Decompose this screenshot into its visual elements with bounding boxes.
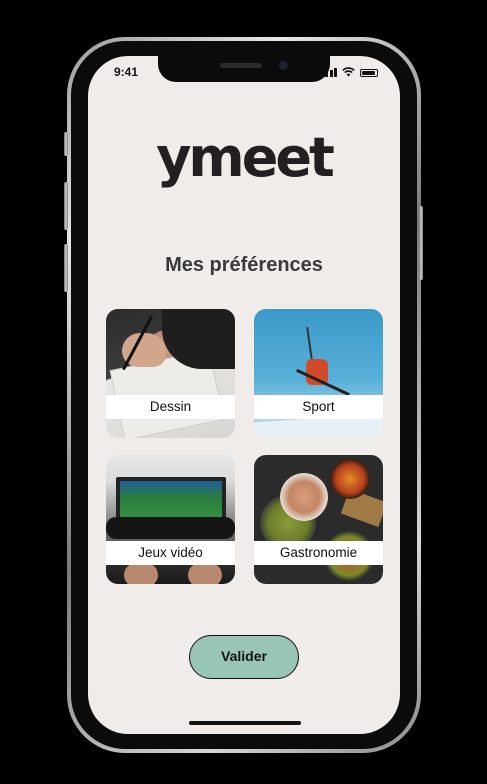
home-indicator[interactable] xyxy=(189,721,301,725)
status-time: 9:41 xyxy=(114,65,139,79)
validate-button[interactable]: Valider xyxy=(189,635,299,679)
page-title: Mes préférences xyxy=(165,254,323,276)
wifi-icon xyxy=(342,67,355,77)
status-icons xyxy=(320,67,378,77)
speaker xyxy=(220,63,262,68)
preference-card-gastronomie[interactable]: Gastronomie xyxy=(254,455,383,584)
preference-label: Dessin xyxy=(106,395,235,419)
notch xyxy=(158,56,330,82)
app-screen: 9:41 ymeet Mes préférences Dessin Sport xyxy=(88,56,400,734)
volume-up-button xyxy=(64,182,68,230)
signal-icon xyxy=(320,68,337,77)
front-camera xyxy=(279,61,288,70)
preference-label: Gastronomie xyxy=(254,541,383,565)
battery-icon xyxy=(360,69,378,77)
preference-card-dessin[interactable]: Dessin xyxy=(106,309,235,438)
power-button xyxy=(419,206,423,280)
silent-switch xyxy=(64,132,68,156)
preference-label: Jeux vidéo xyxy=(106,541,235,565)
preference-card-jeux-video[interactable]: Jeux vidéo xyxy=(106,455,235,584)
volume-down-button xyxy=(64,244,68,292)
preference-card-sport[interactable]: Sport xyxy=(254,309,383,438)
app-logo: ymeet xyxy=(156,126,335,189)
preference-label: Sport xyxy=(254,395,383,419)
